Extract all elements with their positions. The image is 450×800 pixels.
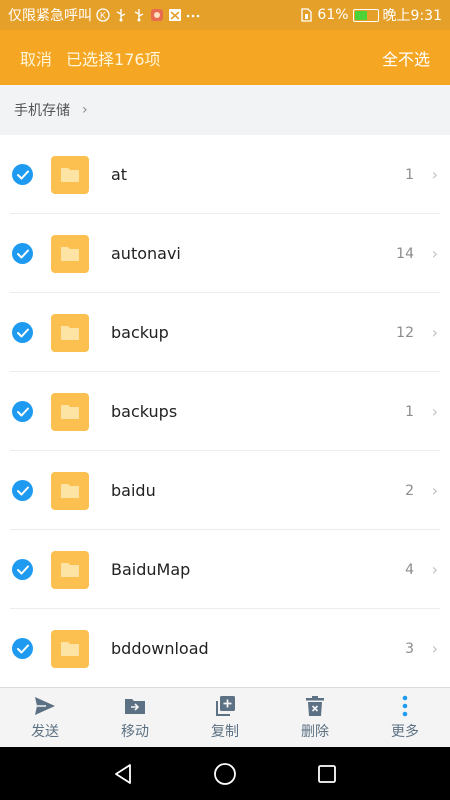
- sim-icon: [299, 8, 313, 22]
- file-row[interactable]: BaiduMap 4 ›: [0, 530, 450, 609]
- checked-checkbox-icon[interactable]: [12, 480, 33, 501]
- file-row[interactable]: backup 12 ›: [0, 293, 450, 372]
- checked-checkbox-icon[interactable]: [12, 322, 33, 343]
- file-name: at: [111, 165, 128, 184]
- folder-icon: [51, 550, 89, 589]
- item-count: 2: [405, 482, 414, 499]
- status-bar: 仅限紧急呼叫 K 61% 晚上9:31: [0, 0, 450, 30]
- file-row[interactable]: autonavi 14 ›: [0, 214, 450, 293]
- folder-icon: [51, 234, 89, 273]
- battery-icon: [352, 8, 379, 22]
- selection-toolbar: 取消 已选择176项 全不选: [0, 30, 450, 85]
- recents-square-icon[interactable]: [315, 762, 339, 786]
- checked-checkbox-icon[interactable]: [12, 164, 33, 185]
- send-icon: [33, 694, 57, 718]
- breadcrumb[interactable]: 手机存储 ›: [0, 85, 450, 135]
- usb-icon: [132, 8, 146, 22]
- deselect-all-button[interactable]: 全不选: [382, 46, 430, 70]
- battery-percent: 61%: [317, 7, 349, 23]
- chevron-right-icon: ›: [431, 402, 438, 421]
- file-name: BaiduMap: [111, 560, 191, 579]
- delete-label: 删除: [301, 724, 329, 740]
- move-label: 移动: [121, 724, 149, 740]
- svg-text:K: K: [100, 11, 106, 21]
- chevron-right-icon: ›: [431, 560, 438, 579]
- cancel-button[interactable]: 取消: [20, 46, 52, 70]
- checked-checkbox-icon[interactable]: [12, 401, 33, 422]
- clock: 晚上9:31: [382, 8, 442, 24]
- file-row[interactable]: baidu 2 ›: [0, 451, 450, 530]
- chevron-right-icon: ›: [431, 481, 438, 500]
- checked-checkbox-icon[interactable]: [12, 243, 33, 264]
- k-circle-icon: K: [96, 8, 110, 22]
- send-button[interactable]: 发送: [0, 688, 90, 747]
- home-circle-icon[interactable]: [213, 762, 237, 786]
- item-count: 12: [396, 324, 414, 341]
- more-vertical-icon: [393, 694, 417, 718]
- checked-checkbox-icon[interactable]: [12, 559, 33, 580]
- file-name: autonavi: [111, 244, 181, 263]
- more-label: 更多: [391, 724, 419, 740]
- chevron-right-icon: ›: [431, 244, 438, 263]
- breadcrumb-phone-storage[interactable]: 手机存储: [14, 100, 70, 120]
- item-count: 4: [405, 561, 414, 578]
- more-dots-icon: [186, 8, 200, 22]
- checked-checkbox-icon[interactable]: [12, 638, 33, 659]
- file-list: at 1 › autonavi 14 › backup 12 › backups 1 › baidu 2 ›…: [0, 135, 450, 687]
- chevron-right-icon: ›: [431, 323, 438, 342]
- file-name: backups: [111, 402, 178, 421]
- move-button[interactable]: 移动: [90, 688, 180, 747]
- item-count: 1: [405, 166, 414, 183]
- file-name: baidu: [111, 481, 156, 500]
- file-row[interactable]: at 1 ›: [0, 135, 450, 214]
- file-name: bddownload: [111, 639, 209, 658]
- app-notification-icon: [150, 8, 164, 22]
- carrier-text: 仅限紧急呼叫: [8, 8, 92, 24]
- file-row[interactable]: bddownload 3 ›: [0, 609, 450, 687]
- back-triangle-icon[interactable]: [111, 762, 135, 786]
- photo-notification-icon: [168, 8, 182, 22]
- copy-icon: [213, 694, 237, 718]
- folder-icon: [51, 629, 89, 668]
- copy-button[interactable]: 复制: [180, 688, 270, 747]
- chevron-right-icon: ›: [82, 102, 88, 118]
- item-count: 3: [405, 640, 414, 657]
- item-count: 14: [396, 245, 414, 262]
- folder-icon: [51, 313, 89, 352]
- folder-icon: [51, 471, 89, 510]
- file-name: backup: [111, 323, 169, 342]
- copy-label: 复制: [211, 724, 239, 740]
- selected-count: 已选择176项: [66, 49, 161, 69]
- send-label: 发送: [31, 724, 59, 740]
- chevron-right-icon: ›: [431, 165, 438, 184]
- folder-icon: [51, 155, 89, 194]
- item-count: 1: [405, 403, 414, 420]
- chevron-right-icon: ›: [431, 639, 438, 658]
- trash-icon: [303, 694, 327, 718]
- system-navigation-bar: [0, 747, 450, 800]
- delete-button[interactable]: 删除: [270, 688, 360, 747]
- usb-icon: [114, 8, 128, 22]
- more-button[interactable]: 更多: [360, 688, 450, 747]
- folder-icon: [51, 392, 89, 431]
- move-folder-icon: [123, 694, 147, 718]
- file-row[interactable]: backups 1 ›: [0, 372, 450, 451]
- bottom-toolbar: 发送 移动 复制 删除 更多: [0, 687, 450, 747]
